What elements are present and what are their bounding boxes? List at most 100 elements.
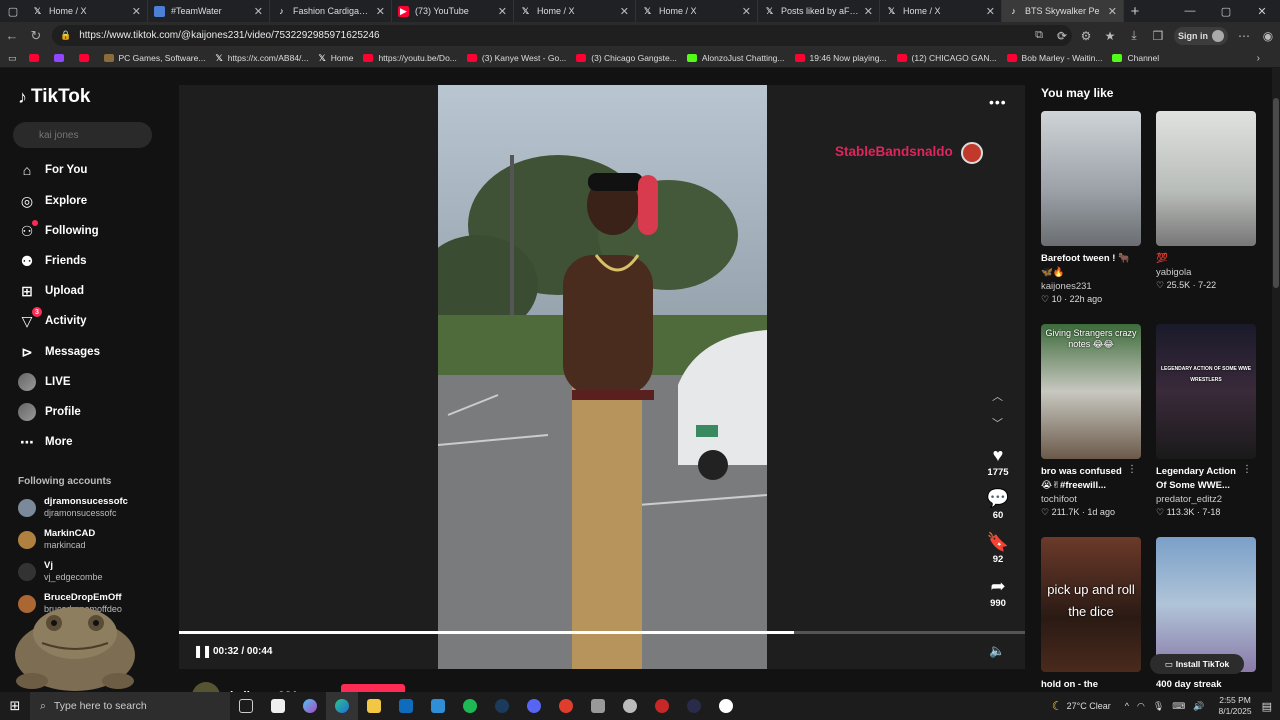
bookmark-item[interactable]: 𝕏https://x.com/AB84/... (215, 53, 308, 63)
author-row[interactable]: kaijones231 (192, 682, 298, 692)
copilot-icon[interactable]: ◉ (1256, 29, 1280, 43)
card-title-line2[interactable]: 😭✌#freewill... (1041, 479, 1141, 493)
bookmark-item[interactable]: 19:46 Now playing... (794, 53, 887, 63)
sidebar-item-friends[interactable]: ⚉ Friends (18, 252, 87, 270)
video-thumbnail[interactable] (1156, 537, 1256, 672)
scrollbar-thumb[interactable] (1273, 98, 1279, 288)
downloads-icon[interactable]: ⤓ (1122, 28, 1146, 43)
card-user[interactable]: yabigola (1156, 266, 1256, 279)
save-button[interactable]: 🔖 92 (983, 532, 1013, 565)
recommended-video-card[interactable]: pick up and roll the dice hold on - the (1041, 537, 1141, 692)
sidebar-item-more[interactable]: ⋯ More (18, 433, 72, 451)
close-tab-icon[interactable]: ✕ (254, 5, 263, 18)
sidebar-item-following[interactable]: ⚇ Following (18, 220, 99, 240)
photos-icon[interactable] (422, 692, 454, 720)
browser-tab[interactable]: ♪ Fashion Cardigan and ✕ (270, 0, 392, 22)
discord-icon[interactable] (518, 692, 550, 720)
video-thumbnail[interactable]: Giving Strangers crazy notes 😂😂 (1041, 324, 1141, 459)
window-menu-icon[interactable]: ▢ (0, 0, 26, 22)
close-tab-icon[interactable]: ✕ (1108, 5, 1117, 18)
bookmark-app-icon[interactable]: ▭ (8, 53, 17, 64)
file-explorer-icon[interactable] (358, 692, 390, 720)
tray-chevron-icon[interactable]: ^ (1125, 701, 1129, 711)
bookmark-item[interactable] (53, 54, 69, 62)
network-icon[interactable]: ⌨ (1172, 701, 1185, 712)
site-info-icon[interactable]: 🔒 (60, 30, 71, 41)
close-window-icon[interactable]: ✕ (1244, 5, 1280, 18)
favorites-icon[interactable]: ★ (1098, 29, 1122, 43)
following-account[interactable]: Vj vj_edgecombe (18, 560, 103, 583)
card-title[interactable]: 400 day streak (1156, 678, 1256, 692)
browser-tab[interactable]: 𝕏 Home / X ✕ (636, 0, 758, 22)
app-circle-icon[interactable] (614, 692, 646, 720)
recommended-video-card[interactable]: Giving Strangers crazy notes 😂😂 bro was c… (1041, 324, 1141, 519)
browser-tab[interactable]: ▶ (73) YouTube ✕ (392, 0, 514, 22)
clock[interactable]: 2:55 PM 8/1/2025 (1219, 695, 1252, 717)
video-thumbnail[interactable]: pick up and roll the dice (1041, 537, 1141, 672)
sign-in-button[interactable]: Sign in (1174, 26, 1228, 45)
install-app-icon[interactable]: ⧉ (1028, 29, 1050, 42)
app-gray-icon[interactable] (582, 692, 614, 720)
close-tab-icon[interactable]: ✕ (864, 5, 873, 18)
more-options-icon[interactable]: ••• (989, 94, 1007, 110)
windows-start-icon[interactable]: ⊞ (0, 698, 30, 714)
app-dark-icon[interactable] (678, 692, 710, 720)
taskbar-search[interactable]: ⌕ Type here to search (30, 692, 230, 720)
share-button[interactable]: ➦ 990 (983, 576, 1013, 609)
card-title[interactable]: Barefoot tween ! 🐂 (1041, 252, 1141, 266)
browser-tab[interactable]: 𝕏 Posts liked by aFlaxLife ✕ (758, 0, 880, 22)
next-video-icon[interactable]: ﹀ (992, 415, 1003, 431)
close-tab-icon[interactable]: ✕ (376, 5, 385, 18)
url-bar[interactable]: 🔒 https://www.tiktok.com/@kaijones231/vi… (52, 25, 1072, 46)
card-title-line2[interactable]: Of Some WWE... (1156, 479, 1256, 493)
video-player[interactable]: StableBandsnaldo ••• ︿ ﹀ ♥ 1775 💬 60 🔖 92 ➦… (179, 85, 1025, 669)
sidebar-item-activity[interactable]: ▽ 3 Activity (18, 307, 87, 330)
task-view-icon[interactable] (230, 692, 262, 720)
video-thumbnail[interactable] (1156, 111, 1256, 246)
speaker-icon[interactable]: 🔊 (1193, 701, 1204, 712)
maximize-icon[interactable]: ▢ (1208, 5, 1244, 18)
browser-tab[interactable]: ♪ BTS Skywalker Pe ✕ (1002, 0, 1124, 22)
bookmark-item[interactable]: (12) CHICAGO GAN... (896, 53, 997, 63)
bookmark-item[interactable] (78, 54, 94, 62)
minimize-icon[interactable]: — (1172, 5, 1208, 18)
video-frame[interactable] (438, 85, 767, 669)
like-button[interactable]: ♥ 1775 (983, 445, 1013, 478)
extensions-icon[interactable]: ⚙ (1074, 29, 1098, 43)
new-tab-button[interactable]: + (1124, 3, 1146, 20)
close-tab-icon[interactable]: ✕ (498, 5, 507, 18)
edge-icon[interactable] (326, 692, 358, 720)
wifi-icon[interactable]: ◠ (1137, 701, 1145, 712)
install-tiktok-button[interactable]: ▭ Install TikTok (1150, 654, 1244, 674)
comment-button[interactable]: 💬 60 (983, 488, 1013, 521)
card-title[interactable]: 💯 (1156, 252, 1256, 266)
close-tab-icon[interactable]: ✕ (620, 5, 629, 18)
sidebar-item-messages[interactable]: ⊳ Messages (18, 343, 100, 361)
recommended-video-card[interactable]: Barefoot tween ! 🐂 🦋🔥 kaijones231 ♡ 10 · 22… (1041, 111, 1141, 306)
following-account[interactable]: djramonsucessofc djramonsucessofc (18, 496, 128, 519)
video-thumbnail[interactable]: LEGENDARY ACTION OF SOME WWE WRESTLERS (1156, 324, 1256, 459)
browser-tab[interactable]: #TeamWater ✕ (148, 0, 270, 22)
outlook-icon[interactable] (390, 692, 422, 720)
bookmarks-more-icon[interactable]: › (1257, 53, 1260, 64)
app-red-icon[interactable] (550, 692, 582, 720)
card-title-line2[interactable]: 🦋🔥 (1041, 266, 1141, 280)
sidebar-item-explore[interactable]: ◎ Explore (18, 192, 87, 210)
recommended-video-card[interactable]: 💯 yabigola ♡ 25.5K · 7-22 (1156, 111, 1256, 292)
spotify-icon[interactable] (454, 692, 486, 720)
back-icon[interactable]: ← (0, 28, 24, 43)
weather-text[interactable]: 27°C Clear (1067, 701, 1111, 711)
browser-tab[interactable]: 𝕏 Home / X ✕ (880, 0, 1002, 22)
url-text[interactable]: https://www.tiktok.com/@kaijones231/vide… (79, 30, 1028, 41)
bookmark-item[interactable]: Channel (1112, 53, 1159, 63)
refresh-extension-icon[interactable]: ⟳ (1050, 29, 1074, 43)
search-input[interactable] (13, 122, 152, 148)
previous-video-icon[interactable]: ︿ (992, 388, 1003, 404)
card-user[interactable]: predator_editz2 (1156, 493, 1256, 506)
bookmark-item[interactable]: (3) Kanye West - Go... (466, 53, 566, 63)
tiktok-logo[interactable]: ♪ TikTok (18, 86, 90, 108)
bookmark-item[interactable]: Bob Marley - Waitin... (1006, 53, 1102, 63)
settings-menu-icon[interactable]: ⋯ (1232, 29, 1256, 43)
card-user[interactable]: kaijones231 (1041, 280, 1141, 293)
sidebar-item-profile[interactable]: Profile (18, 403, 81, 421)
